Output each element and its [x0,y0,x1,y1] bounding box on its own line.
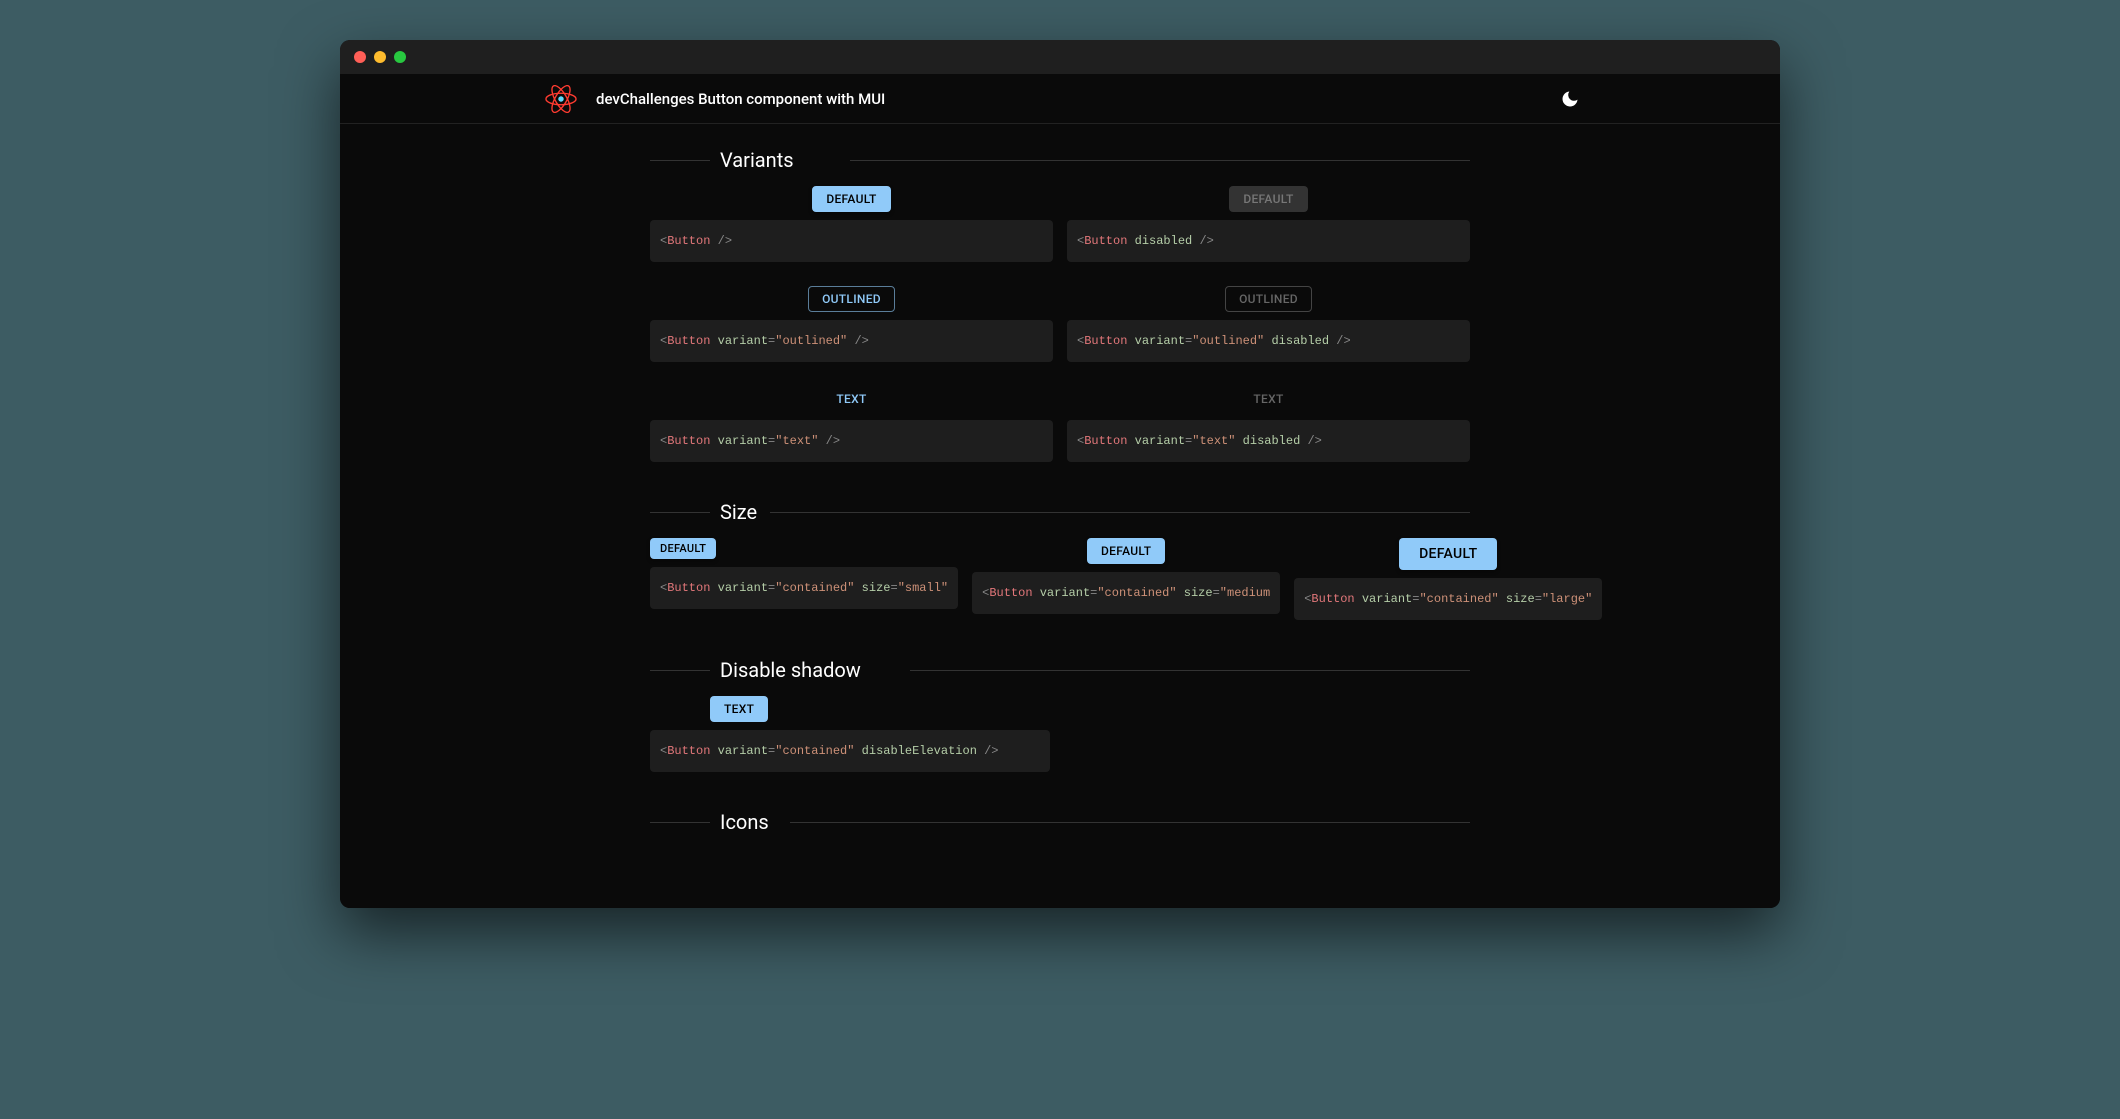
section-heading-size: Size [650,486,1470,538]
demo-cell: Default <Button variant="contained" size… [1294,538,1602,620]
window-close-dot[interactable] [354,51,366,63]
app-title: devChallenges Button component with MUI [596,90,885,108]
button-outlined-disabled: Outlined [1225,286,1312,312]
shadow-row: Text <Button variant="contained" disable… [650,696,1470,772]
code-block: <Button variant="contained" size="small" [650,567,958,609]
section-heading-variants: Variants [650,134,1470,186]
demo-cell: Default <Button /> [650,186,1053,262]
code-block: <Button variant="contained" disableEleva… [650,730,1050,772]
demo-cell: Text <Button variant="text" disabled /> [1067,386,1470,462]
react-icon [540,85,582,113]
section-size: Size Default <Button variant="contained"… [650,486,1470,644]
window-maximize-dot[interactable] [394,51,406,63]
demo-cell: Default <Button variant="contained" size… [972,538,1280,620]
app-header: devChallenges Button component with MUI [340,74,1780,124]
section-heading-shadow: Disable shadow [650,644,1470,696]
variant-row: Text <Button variant="text" /> Text <But… [650,386,1470,462]
demo-cell: Text <Button variant="contained" disable… [650,696,1050,772]
code-block: <Button variant="text" /> [650,420,1053,462]
code-block: <Button variant="outlined" /> [650,320,1053,362]
button-default-contained[interactable]: Default [812,186,890,212]
browser-window: devChallenges Button component with MUI … [340,40,1780,908]
button-no-elevation[interactable]: Text [710,696,768,722]
button-size-medium[interactable]: Default [1087,538,1165,564]
demo-cell: Default <Button disabled /> [1067,186,1470,262]
section-variants: Variants Default <Button /> Default <But… [650,134,1470,486]
demo-cell: Outlined <Button variant="outlined" disa… [1067,286,1470,362]
theme-toggle-button[interactable] [1560,89,1580,109]
button-default-contained-disabled: Default [1229,186,1307,212]
code-block: <Button variant="contained" size="large" [1294,578,1602,620]
code-block: <Button variant="contained" size="medium [972,572,1280,614]
demo-cell: Default <Button variant="contained" size… [650,538,958,620]
section-icons: Icons [650,796,1470,848]
code-block: <Button variant="outlined" disabled /> [1067,320,1470,362]
button-size-small[interactable]: Default [650,538,716,559]
code-block: <Button /> [650,220,1053,262]
code-block: <Button disabled /> [1067,220,1470,262]
variant-row: Default <Button /> Default <Button disab… [650,186,1470,262]
window-minimize-dot[interactable] [374,51,386,63]
demo-cell: Text <Button variant="text" /> [650,386,1053,462]
section-disable-shadow: Disable shadow Text <Button variant="con… [650,644,1470,796]
moon-icon [1560,89,1580,109]
window-titlebar [340,40,1780,74]
content-area: Variants Default <Button /> Default <But… [340,124,1780,908]
button-outlined[interactable]: Outlined [808,286,895,312]
header-left: devChallenges Button component with MUI [540,85,885,113]
button-text-disabled: Text [1243,386,1293,412]
variant-row: Outlined <Button variant="outlined" /> O… [650,286,1470,362]
size-row: Default <Button variant="contained" size… [650,538,1470,620]
button-size-large[interactable]: Default [1399,538,1497,570]
code-block: <Button variant="text" disabled /> [1067,420,1470,462]
demo-cell: Outlined <Button variant="outlined" /> [650,286,1053,362]
section-heading-icons: Icons [650,796,1470,848]
button-text[interactable]: Text [826,386,876,412]
